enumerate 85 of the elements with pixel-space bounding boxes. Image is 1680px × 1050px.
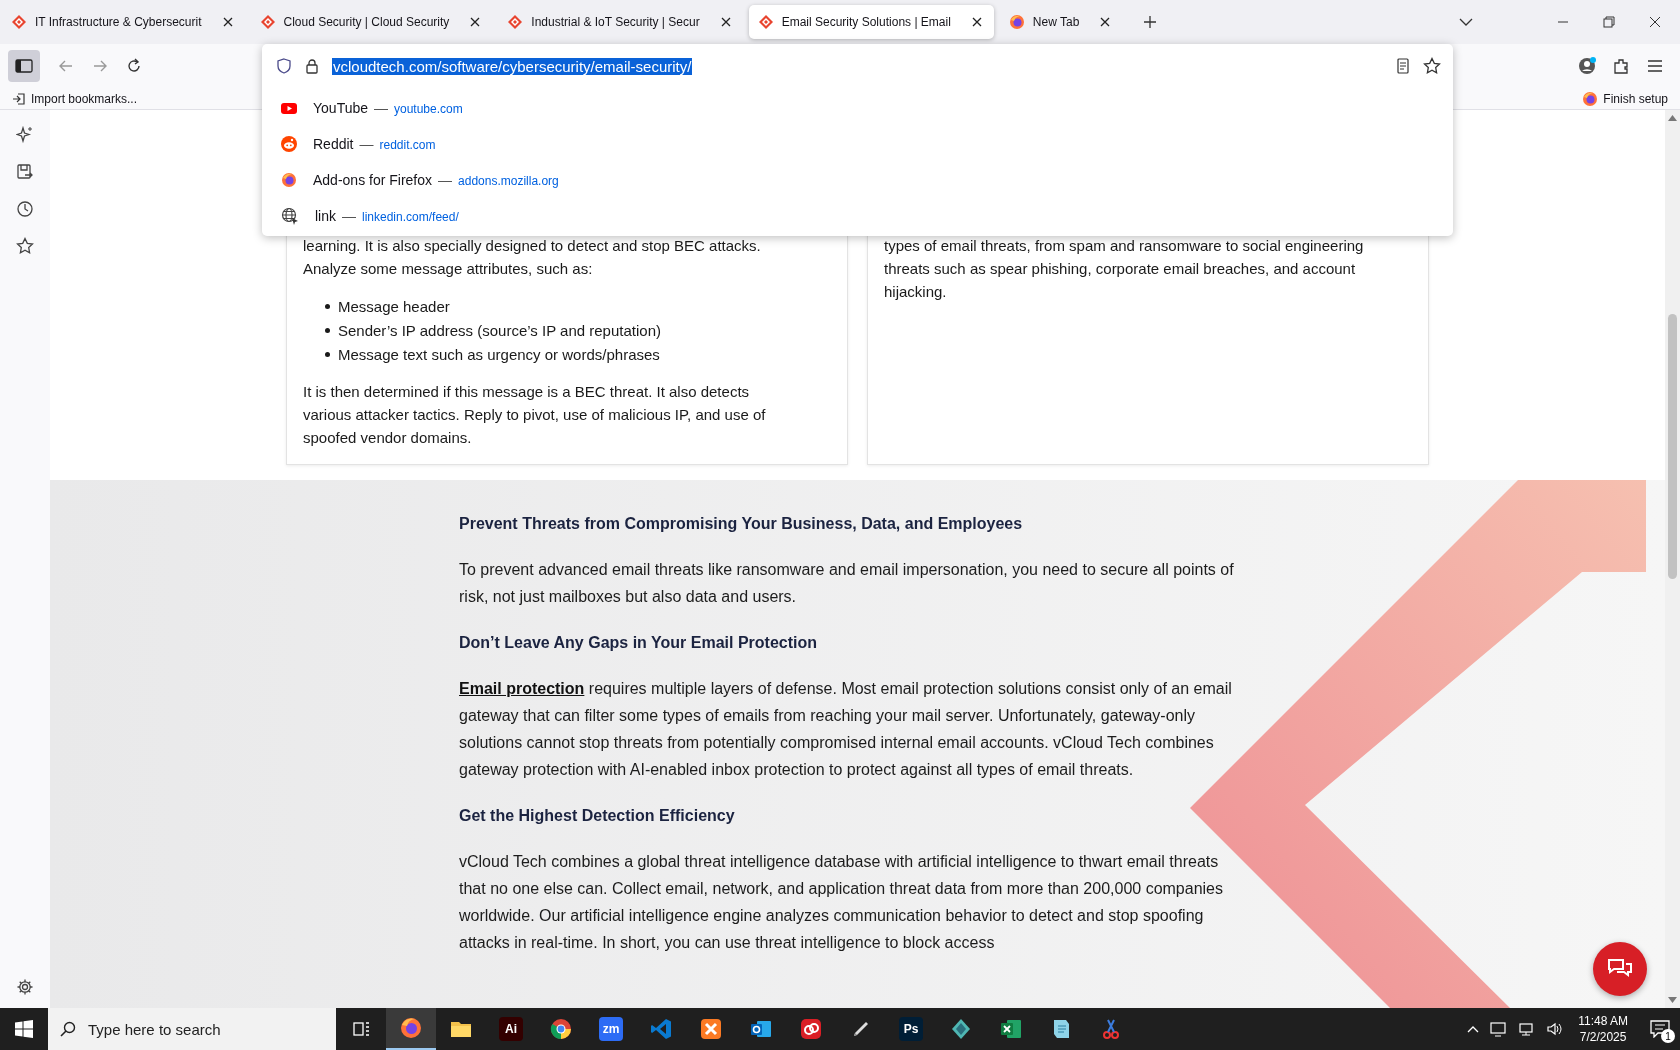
suggestion-item[interactable]: Reddit — reddit.com [262,126,1453,162]
list-item: Message header [338,296,450,317]
code-editor-icon[interactable] [649,1017,673,1041]
paragraph: It is then determined if this message is a BEC threat. It also detects various attacker tactics. Reply to pivot, use of malicious IP, and use of spoofed vendor domains. [303,382,767,448]
alien-icon [281,136,297,152]
notifications-button[interactable]: 1 [1640,1008,1680,1050]
search-icon [60,1021,76,1037]
browser-tab[interactable]: Cloud Security | Cloud Security [250,5,493,39]
lock-icon[interactable] [304,58,320,74]
suggestion-item[interactable]: link — linkedin.com/feed/ [262,198,1453,234]
import-icon [12,91,26,106]
shield-logo-icon [259,14,276,30]
diamond-app-icon[interactable] [949,1017,973,1041]
spreadsheet-icon[interactable] [999,1017,1023,1041]
taskbar-app[interactable] [386,1008,436,1050]
shield-logo-icon [757,14,774,30]
monitor-icon[interactable] [1490,1020,1509,1038]
firefox-icon [281,172,297,188]
finish-setup-button[interactable]: Finish setup [1582,90,1668,107]
scroll-up-icon[interactable] [1668,115,1677,121]
taskbar-app[interactable]: Ai [486,1008,536,1050]
bullet-icon [325,303,330,309]
xampp-icon[interactable] [699,1017,723,1041]
history-icon[interactable] [16,200,34,218]
chrome-icon[interactable] [549,1017,573,1041]
globe-icon [281,207,299,225]
creative-cloud-icon[interactable] [799,1017,823,1041]
clock-time: 11:48 AM [1578,1013,1628,1029]
firefox-icon[interactable] [399,1016,423,1040]
paragraph: vCloud Tech combines a global threat intelligence database with artificial intelligence to thwart email threats that no one else can. Collect email, network, and application threat data from more than 200,000 companies worldwide. Our artificial intelligence engine analyzes communication behavior to detect and stop spoofing attacks in real-time. In short, you can use threat intelligence to block access [459,852,1224,953]
list-item: Sender’s IP address (source’s IP and reputation) [338,320,661,341]
browser-tab[interactable]: Industrial & IoT Security | Secur [498,5,743,39]
firefox-icon [1582,90,1599,107]
new-tab-icon[interactable] [1142,14,1159,30]
paragraph: To prevent advanced email threats like ransomware and email impersonation, you need to secure all points of risk, not just mailboxes but also data and users. [459,560,1234,607]
section-heading: Don’t Leave Any Gaps in Your Email Protection [459,633,818,653]
suggestion-item[interactable]: Add-ons for Firefox — addons.mozilla.org [262,162,1453,198]
shield-logo-icon [507,14,524,30]
menu-icon[interactable] [1646,57,1664,75]
shield-logo-icon [11,14,27,30]
paragraph: learning. It is also specially designed to detect and stop BEC attacks. Analyze some message attributes, such as: [303,236,762,279]
speaker-icon[interactable] [1546,1020,1565,1038]
bookmark-star-icon[interactable] [1423,57,1441,75]
firefox-icon [1008,14,1025,30]
suggestion-item[interactable]: YouTube — youtube.com [262,90,1453,126]
text-link[interactable]: Email protection [459,680,585,697]
scrollbar-thumb[interactable] [1668,314,1677,579]
search-field[interactable]: Type here to search [48,1008,336,1050]
shield-icon[interactable] [276,58,292,74]
browser-tab[interactable]: IT Infrastructure & Cybersecurit [2,5,245,39]
taskbar-app[interactable]: zm [586,1008,636,1050]
bullet-icon [325,351,330,357]
list-item: Message text such as urgency or words/phrases [338,344,660,365]
section-heading: Prevent Threats from Compromising Your Business, Data, and Employees [459,514,1024,534]
sync-tabs-icon[interactable] [16,163,34,181]
extensions-icon[interactable] [1612,57,1630,75]
windows-icon [15,1020,33,1038]
forward-icon[interactable] [92,58,108,74]
taskbar-app[interactable]: Ps [886,1008,936,1050]
import-bookmarks-button[interactable]: Import bookmarks... [12,91,138,106]
play-icon [281,100,297,116]
settings-icon[interactable] [16,978,34,996]
section-heading: Get the Highest Detection Efficiency [459,806,736,826]
address-field[interactable]: vcloudtech.com/software/cybersecurity/email-security/ [332,57,693,75]
chat-icon [1607,958,1633,980]
notification-icon [1650,1020,1670,1038]
app-icon[interactable]: Ai [499,1017,523,1041]
task-view-icon[interactable] [351,1019,371,1039]
paragraph: types of email threats, from spam and ransomware to social engineering threats such as spear phishing, corporate email breaches, and account hijacking. [884,236,1365,302]
back-icon[interactable] [58,58,74,74]
app-icon[interactable]: Ps [899,1017,923,1041]
sparkle-icon[interactable] [16,126,34,144]
reader-view-icon[interactable] [1395,58,1411,74]
account-icon[interactable] [1578,57,1596,75]
star-icon[interactable] [16,237,34,255]
scroll-down-icon[interactable] [1668,997,1677,1003]
notification-count: 1 [1661,1029,1675,1043]
app-icon[interactable]: zm [599,1017,623,1041]
paragraph: Email protection requires multiple layers of defense. Most email protection solutions consist only of an email gateway that can filter some types of emails from reaching your mail server. Unfortunately, gateway-only solutions cannot stop threats from potentially compromised internal email accounts. vCloud Tech combines gateway protection with AI-enabled inbox protection to protect against all types of email threats. [459,679,1233,780]
sidebar-toggle-icon[interactable] [8,50,40,82]
clock-date: 7/2/2025 [1579,1029,1627,1045]
browser-tab[interactable]: New Tab [999,5,1123,39]
browser-tab[interactable]: Email Security Solutions | Email [748,5,994,39]
reload-icon[interactable] [126,58,142,74]
bullet-icon [325,327,330,333]
